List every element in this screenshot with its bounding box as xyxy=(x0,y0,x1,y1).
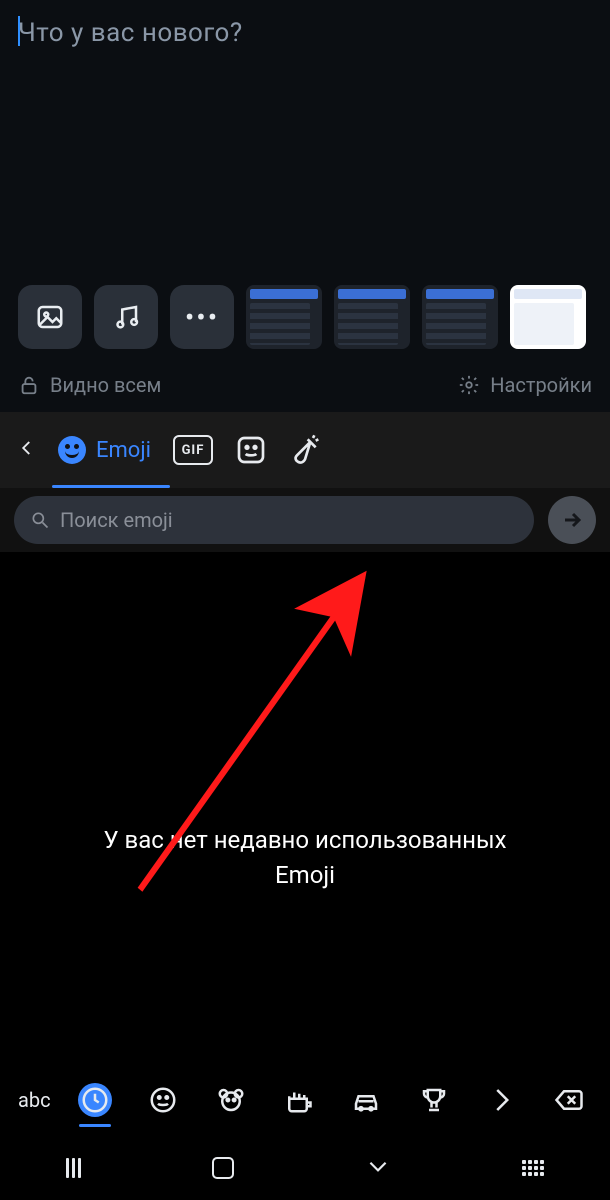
chevron-left-icon xyxy=(18,435,36,461)
search-icon xyxy=(30,510,50,530)
active-tab-underline xyxy=(52,485,170,488)
suggested-attachment[interactable] xyxy=(246,285,322,349)
category-food[interactable] xyxy=(275,1077,321,1123)
suggested-attachment[interactable] xyxy=(334,285,410,349)
privacy-label: Видно всем xyxy=(50,373,161,397)
emoji-search-row: Поиск emoji xyxy=(0,488,610,552)
category-travel[interactable] xyxy=(343,1077,389,1123)
composer-placeholder: Что у вас нового? xyxy=(18,18,243,48)
emoji-panel: У вас нет недавно использованных Emoji xyxy=(0,552,610,1064)
tab-emoji-label: Emoji xyxy=(96,438,151,463)
backspace-button[interactable] xyxy=(546,1077,592,1123)
attach-music-button[interactable] xyxy=(94,285,158,349)
post-settings-button[interactable]: Настройки xyxy=(458,373,592,397)
tab-emoji[interactable]: Emoji xyxy=(58,436,151,464)
trophy-icon xyxy=(419,1085,449,1115)
annotation-arrow xyxy=(0,552,610,1064)
clock-icon xyxy=(80,1085,110,1115)
empty-line-2: Emoji xyxy=(275,861,335,889)
category-activities[interactable] xyxy=(411,1077,457,1123)
tab-draw[interactable] xyxy=(289,434,321,466)
keyboard-grid-icon xyxy=(522,1160,544,1176)
post-composer: Что у вас нового? ••• xyxy=(0,0,610,358)
empty-line-1: У вас нет недавно использованных xyxy=(103,826,506,854)
category-animals[interactable] xyxy=(208,1077,254,1123)
unlock-icon xyxy=(18,374,40,396)
chevron-down-icon xyxy=(365,1153,391,1179)
category-more[interactable] xyxy=(478,1077,524,1123)
android-nav-bar xyxy=(0,1136,610,1200)
tab-stickers[interactable] xyxy=(235,434,267,466)
nav-recent-button[interactable] xyxy=(66,1158,81,1178)
switch-to-abc-button[interactable]: abc xyxy=(18,1088,51,1112)
nav-back-button[interactable] xyxy=(365,1153,391,1183)
bear-icon xyxy=(216,1085,246,1115)
category-recent[interactable] xyxy=(72,1077,118,1123)
gear-icon xyxy=(458,374,480,396)
image-icon xyxy=(35,302,65,332)
post-options-row: Видно всем Настройки xyxy=(0,358,610,412)
attach-photo-button[interactable] xyxy=(18,285,82,349)
emoji-face-icon xyxy=(58,436,86,464)
category-smileys[interactable] xyxy=(140,1077,186,1123)
food-icon xyxy=(283,1085,313,1115)
attach-more-button[interactable]: ••• xyxy=(170,285,234,349)
brush-sparkle-icon xyxy=(289,434,321,466)
emoji-search-go-button[interactable] xyxy=(548,496,596,544)
sticker-icon xyxy=(235,434,267,466)
more-icon: ••• xyxy=(185,301,219,334)
emoji-category-bar: abc xyxy=(0,1064,610,1136)
backspace-icon xyxy=(554,1085,584,1115)
arrow-right-icon xyxy=(560,508,584,532)
gif-icon: GIF xyxy=(173,435,213,465)
emoji-empty-state: У вас нет недавно использованных Emoji xyxy=(75,823,534,893)
search-placeholder: Поиск emoji xyxy=(60,508,173,532)
nav-keyboard-switch-button[interactable] xyxy=(522,1160,544,1176)
keyboard-back-button[interactable] xyxy=(18,435,36,465)
smiley-icon xyxy=(148,1085,178,1115)
suggested-attachment[interactable] xyxy=(510,285,586,349)
composer-input[interactable]: Что у вас нового? xyxy=(18,18,592,49)
nav-home-button[interactable] xyxy=(212,1157,234,1179)
keyboard-tab-bar: Emoji GIF xyxy=(0,412,610,488)
suggested-attachment[interactable] xyxy=(422,285,498,349)
attachment-row: ••• xyxy=(18,282,610,352)
emoji-search-input[interactable]: Поиск emoji xyxy=(14,496,534,544)
chevron-right-icon xyxy=(486,1085,516,1115)
car-icon xyxy=(351,1085,381,1115)
music-icon xyxy=(111,302,141,332)
settings-label: Настройки xyxy=(490,373,592,397)
privacy-selector[interactable]: Видно всем xyxy=(18,373,161,397)
tab-gif[interactable]: GIF xyxy=(173,435,213,465)
